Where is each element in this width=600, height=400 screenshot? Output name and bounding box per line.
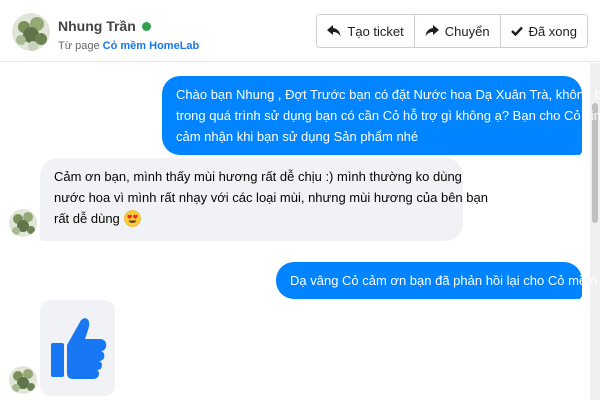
contact-name-row: Nhung Trần: [58, 18, 151, 34]
thumbs-up-icon: [49, 311, 107, 386]
forward-button[interactable]: Chuyển: [413, 15, 500, 47]
forward-icon: [425, 25, 439, 37]
source-prefix: Từ page: [58, 40, 103, 52]
heart-eyes-emoji: [123, 210, 141, 233]
outgoing-message[interactable]: Chào bạn Nhung , Đợt Trước bạn có đặt Nư…: [162, 76, 600, 155]
incoming-message[interactable]: Cảm ơn bạn, mình thấy mùi hương rất dễ c…: [40, 158, 488, 241]
online-status-dot: [141, 21, 151, 31]
message-line: Dạ vâng Cỏ cảm ơn bạn đã phản hồi lại ch…: [290, 273, 600, 288]
message-line: Chào bạn Nhung , Đợt Trước bạn có đặt Nư…: [176, 87, 600, 102]
reply-icon: [327, 25, 341, 37]
outgoing-message[interactable]: Dạ vâng Cỏ cảm ơn bạn đã phản hồi lại ch…: [276, 262, 600, 299]
message-line: Cảm ơn bạn, mình thấy mùi hương rất dễ c…: [54, 169, 462, 184]
create-ticket-button[interactable]: Tạo ticket: [317, 15, 414, 47]
mark-done-button[interactable]: Đã xong: [499, 15, 587, 47]
message-text: rất dễ dùng: [54, 211, 120, 226]
conversation-header: Nhung Trần Từ page Cỏ mềm HomeLab Tạo ti…: [0, 0, 600, 62]
forward-label: Chuyển: [444, 23, 490, 39]
message-line: trong quá trình sử dụng bạn có cần Cỏ hỗ…: [176, 108, 600, 123]
source-page-link[interactable]: Cỏ mềm HomeLab: [103, 40, 200, 52]
source-page-row: Từ page Cỏ mềm HomeLab: [58, 40, 199, 52]
message-line: nước hoa vì mình rất nhạy với các loại m…: [54, 190, 488, 205]
contact-avatar-small[interactable]: [9, 209, 37, 237]
mark-done-label: Đã xong: [528, 23, 577, 39]
message-line: cảm nhận khi bạn sử dụng Sản phẩm nhé: [176, 129, 419, 144]
contact-avatar[interactable]: [12, 13, 50, 51]
contact-name[interactable]: Nhung Trần: [58, 18, 136, 34]
create-ticket-label: Tạo ticket: [347, 23, 404, 39]
like-sticker-message[interactable]: [40, 300, 115, 396]
message-line: rất dễ dùng: [54, 208, 449, 233]
contact-avatar-small[interactable]: [9, 366, 37, 394]
check-icon: [510, 26, 523, 36]
action-button-group: Tạo ticket Chuyển Đã xong: [316, 14, 588, 48]
